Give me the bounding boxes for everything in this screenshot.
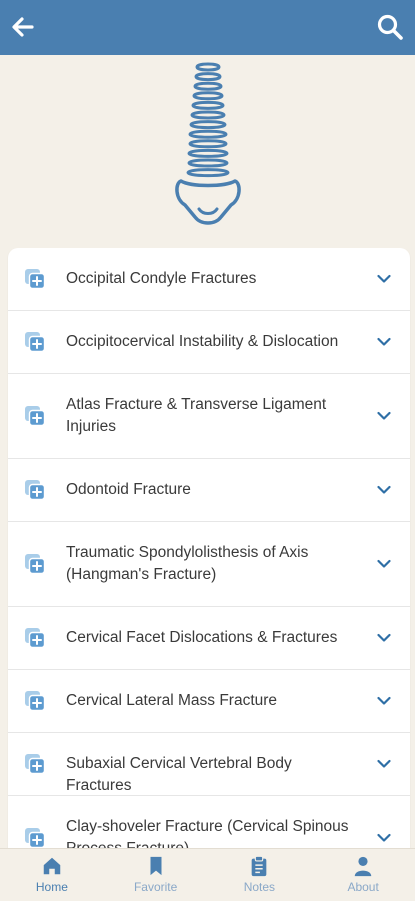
add-card-icon xyxy=(25,628,46,649)
tab-home[interactable]: Home xyxy=(0,849,104,901)
hero-area xyxy=(0,55,415,245)
home-icon xyxy=(43,857,61,875)
chevron-down-icon[interactable] xyxy=(376,630,392,646)
vertebra xyxy=(191,100,225,110)
chevron-down-icon[interactable] xyxy=(376,693,392,709)
vertebra xyxy=(187,158,229,168)
vertebra xyxy=(194,72,222,82)
chevron-down-icon[interactable] xyxy=(376,756,392,772)
arrow-left-icon[interactable] xyxy=(8,12,38,42)
chevron-down-icon[interactable] xyxy=(376,830,392,846)
list-item-label: Occipital Condyle Fractures xyxy=(66,270,257,287)
chevron-down-icon[interactable] xyxy=(376,482,392,498)
vertebra xyxy=(188,139,228,149)
tab-about[interactable]: About xyxy=(311,849,415,901)
list-item-label: Clay-shoveler Fracture (Cervical Spinous… xyxy=(66,818,349,848)
tab-notes[interactable]: Notes xyxy=(208,849,312,901)
vertebra xyxy=(186,168,230,178)
vertebra xyxy=(192,91,224,101)
app-header xyxy=(0,0,415,55)
list-item-label: Cervical Facet Dislocations & Fractures xyxy=(66,629,338,646)
spine-illustration xyxy=(175,62,241,225)
add-card-icon xyxy=(25,406,46,427)
tab-notes-label: Notes xyxy=(243,880,276,894)
search-icon[interactable] xyxy=(375,12,405,42)
list-item[interactable]: Subaxial Cervical Vertebral Body Fractur… xyxy=(8,733,410,796)
add-card-icon xyxy=(25,480,46,501)
tab-about-label: About xyxy=(347,880,379,894)
list-item[interactable]: Occipital Condyle Fractures xyxy=(8,248,410,311)
list-item[interactable]: Clay-shoveler Fracture (Cervical Spinous… xyxy=(8,796,410,848)
fracture-list-card: Occipital Condyle Fractures Occipitocerv… xyxy=(8,248,410,848)
chevron-down-icon[interactable] xyxy=(376,408,392,424)
list-item[interactable]: Odontoid Fracture xyxy=(8,459,410,522)
add-card-icon xyxy=(25,828,46,848)
fracture-list: Occipital Condyle Fractures Occipitocerv… xyxy=(8,248,410,848)
bookmark-icon xyxy=(150,856,162,876)
list-item-label: Cervical Lateral Mass Fracture xyxy=(66,692,278,709)
list-item-label: Traumatic Spondylolisthesis of Axis (Han… xyxy=(66,544,309,583)
list-item[interactable]: Occipitocervical Instability & Dislocati… xyxy=(8,311,410,374)
vertebra xyxy=(195,62,221,72)
chevron-down-icon[interactable] xyxy=(376,556,392,572)
add-card-icon xyxy=(25,332,46,353)
tab-favorite[interactable]: Favorite xyxy=(104,849,208,901)
clipboard-icon xyxy=(252,855,267,877)
list-item-label: Atlas Fracture & Transverse Ligament Inj… xyxy=(66,396,327,435)
list-item-label: Odontoid Fracture xyxy=(66,481,191,498)
tab-home-label: Home xyxy=(35,880,68,894)
user-icon xyxy=(354,856,372,877)
vertebra xyxy=(193,81,223,91)
chevron-down-icon[interactable] xyxy=(376,271,392,287)
list-item[interactable]: Atlas Fracture & Transverse Ligament Inj… xyxy=(8,374,410,459)
chevron-down-icon[interactable] xyxy=(376,334,392,350)
add-card-icon xyxy=(25,554,46,575)
list-item[interactable]: Cervical Facet Dislocations & Fractures xyxy=(8,607,410,670)
bottom-tab-bar: Home Favorite Notes About xyxy=(0,848,415,901)
list-item-label: Subaxial Cervical Vertebral Body Fractur… xyxy=(66,755,292,794)
tab-favorite-label: Favorite xyxy=(133,880,178,894)
list-item[interactable]: Traumatic Spondylolisthesis of Axis (Han… xyxy=(8,522,410,607)
vertebra xyxy=(190,110,226,120)
list-item-label: Occipitocervical Instability & Dislocati… xyxy=(66,333,339,350)
vertebra xyxy=(189,120,227,130)
add-card-icon xyxy=(25,691,46,712)
list-item[interactable]: Cervical Lateral Mass Fracture xyxy=(8,670,410,733)
vertebra xyxy=(188,129,228,139)
add-card-icon xyxy=(25,754,46,775)
vertebra xyxy=(187,148,229,158)
add-card-icon xyxy=(25,269,46,290)
